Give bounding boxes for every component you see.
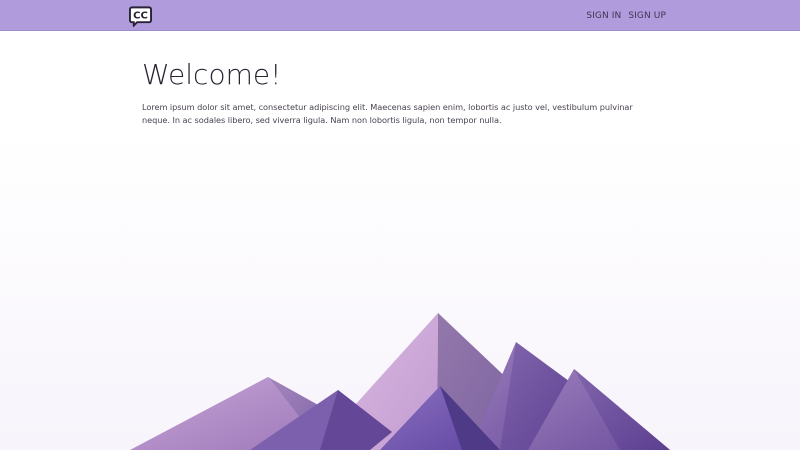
mountain-center-shadow <box>437 313 515 450</box>
landing-page: CC SIGN IN SIGN UP Welcome! Lorem ipsum … <box>0 0 800 450</box>
mountain-left-shadow <box>268 377 325 450</box>
cc-chat-logo-icon[interactable]: CC <box>129 4 152 27</box>
mountain-front <box>380 386 500 450</box>
mountain-front-shadow <box>440 386 500 450</box>
mountain-center-light <box>355 313 438 450</box>
intro-paragraph: Lorem ipsum dolor sit amet, consectetur … <box>142 102 633 125</box>
mountain-left-face <box>130 377 325 450</box>
sign-in-link[interactable]: SIGN IN <box>586 11 621 21</box>
mountain-mid-left <box>250 390 392 450</box>
page-title: Welcome! <box>142 58 282 91</box>
sign-up-link[interactable]: SIGN UP <box>628 11 666 21</box>
mountain-far-right-shadow <box>574 369 670 450</box>
mountain-mid-left-shadow <box>320 390 392 450</box>
main-content: Welcome! Lorem ipsum dolor sit amet, con… <box>142 58 662 127</box>
top-navbar: CC SIGN IN SIGN UP <box>0 0 800 31</box>
mountain-right-back-shadow <box>500 342 585 450</box>
logo-text: CC <box>133 10 148 21</box>
nav-links: SIGN IN SIGN UP <box>586 0 666 31</box>
mountain-right-back-face <box>470 342 584 450</box>
mountain-far-right-face <box>528 369 670 450</box>
